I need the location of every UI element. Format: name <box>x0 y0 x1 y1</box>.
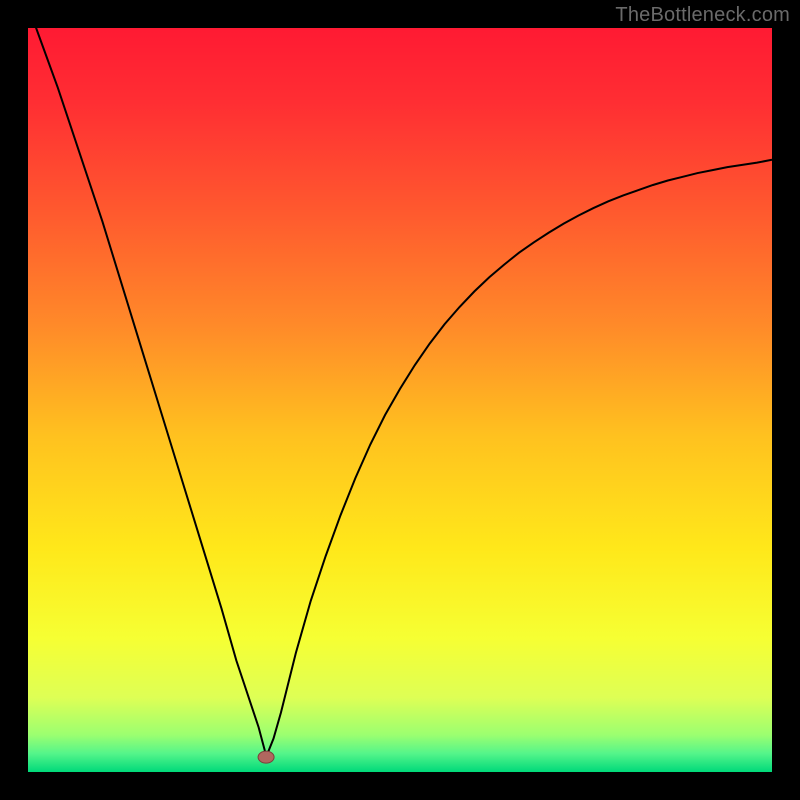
plot-svg <box>28 28 772 772</box>
plot-area <box>28 28 772 772</box>
minimum-marker <box>258 751 274 763</box>
attribution-text: TheBottleneck.com <box>615 4 790 27</box>
gradient-background <box>28 28 772 772</box>
chart-frame: TheBottleneck.com <box>0 0 800 800</box>
